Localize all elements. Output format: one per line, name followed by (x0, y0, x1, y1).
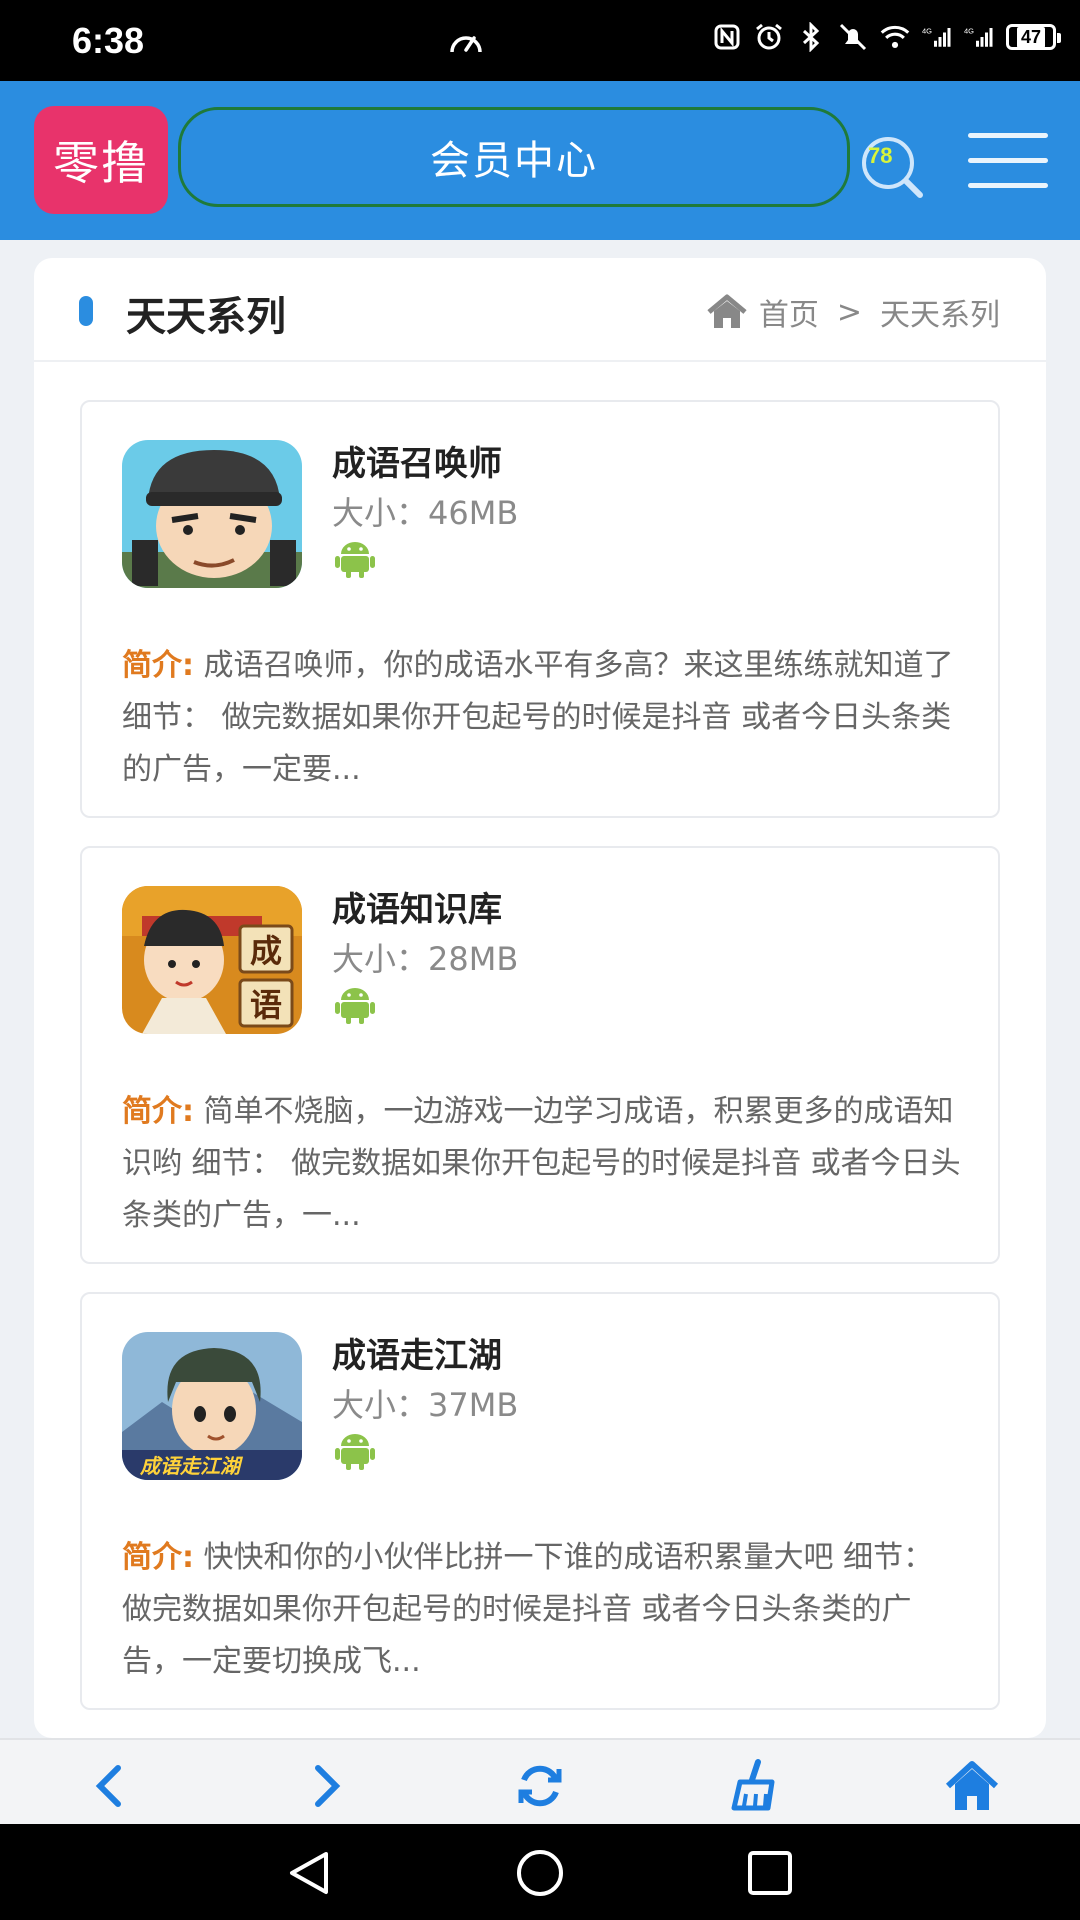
refresh-icon (518, 1765, 562, 1807)
battery-level: 47 (1016, 26, 1046, 48)
description-text: 成语召唤师，你的成语水平有多高？来这里练练就知道了 细节： 做完数据如果你开包起… (122, 648, 954, 787)
battery-icon: 47 (1006, 24, 1061, 50)
search-badge: 78 (868, 143, 893, 168)
app-thumbnail[interactable]: 成 语 (122, 886, 302, 1034)
description-label: 简介: (122, 648, 194, 683)
search-button[interactable]: 78 (858, 133, 928, 203)
app-size: 大小：28MB (332, 940, 519, 978)
android-icon (334, 536, 376, 578)
app-name[interactable]: 成语知识库 (332, 882, 502, 931)
browser-toolbar (0, 1738, 1080, 1826)
status-time: 6:38 (72, 20, 145, 61)
broom-icon (731, 1759, 775, 1811)
mute-icon (838, 22, 868, 52)
clear-button[interactable] (728, 1758, 784, 1814)
nfc-icon (712, 22, 742, 52)
site-header: 零撸 会员中心 78 (0, 81, 1080, 240)
breadcrumb: 首页 > 天天系列 (705, 290, 1000, 334)
android-icon (334, 982, 376, 1024)
bluetooth-icon (796, 22, 826, 52)
svg-text:4G: 4G (964, 26, 974, 35)
panel-header: 天天系列 首页 > 天天系列 (34, 258, 1046, 362)
menu-icon-bar (968, 183, 1048, 188)
thumbnail-title: 成语走江湖 (140, 1454, 240, 1478)
app-card[interactable]: 成语走江湖 成语走江湖 大小：37MB 简介: 快快和你的小伙伴比拼一下谁的成语… (80, 1292, 1000, 1710)
breadcrumb-current: 天天系列 (880, 298, 1000, 333)
page-title: 天天系列 (126, 294, 286, 340)
svg-text:4G: 4G (922, 26, 932, 35)
nav-back-button[interactable] (282, 1848, 338, 1898)
description-text: 简单不烧脑，一边游戏一边学习成语，积累更多的成语知识哟 细节： 做完数据如果你开… (122, 1094, 961, 1233)
member-center-button[interactable]: 会员中心 (178, 107, 850, 207)
app-name[interactable]: 成语走江湖 (332, 1328, 502, 1377)
thumbnail-char: 成 (250, 932, 283, 970)
status-icons: 4G 4G 47 (712, 22, 1061, 52)
site-logo[interactable]: 零撸 (34, 106, 168, 214)
triangle-back-icon (290, 1852, 328, 1894)
app-size: 大小：37MB (332, 1386, 519, 1424)
content-panel: 天天系列 首页 > 天天系列 成语召唤师 大小：46MB 简介: 成语召唤师，你… (34, 258, 1046, 1738)
home-icon (707, 294, 747, 328)
signal-icon: 4G (922, 22, 952, 52)
square-recents-icon (748, 1851, 792, 1895)
thumbnail-char: 语 (250, 986, 283, 1024)
home-icon (945, 1761, 999, 1810)
app-size: 大小：46MB (332, 494, 519, 532)
app-thumbnail[interactable]: 成语走江湖 (122, 1332, 302, 1480)
app-card[interactable]: 成 语 成语知识库 大小：28MB 简介: 简单不烧脑，一边游戏一边学习成语，积… (80, 846, 1000, 1264)
app-name[interactable]: 成语召唤师 (332, 436, 502, 485)
app-description: 简介: 快快和你的小伙伴比拼一下谁的成语积累量大吧 细节： 做完数据如果你开包起… (122, 1532, 962, 1688)
app-thumbnail[interactable] (122, 440, 302, 588)
forward-button[interactable] (298, 1758, 354, 1814)
chevron-right-icon (315, 1765, 341, 1807)
chevron-left-icon (95, 1765, 121, 1807)
breadcrumb-separator: > (836, 294, 862, 330)
home-button[interactable] (944, 1758, 1000, 1814)
signal-icon: 4G (964, 22, 994, 52)
system-navbar (0, 1824, 1080, 1920)
description-label: 简介: (122, 1094, 194, 1129)
breadcrumb-home[interactable]: 首页 (759, 290, 819, 334)
description-text: 快快和你的小伙伴比拼一下谁的成语积累量大吧 细节： 做完数据如果你开包起号的时候… (122, 1540, 934, 1679)
app-description: 简介: 成语召唤师，你的成语水平有多高？来这里练练就知道了 细节： 做完数据如果… (122, 640, 962, 796)
app-description: 简介: 简单不烧脑，一边游戏一边学习成语，积累更多的成语知识哟 细节： 做完数据… (122, 1086, 962, 1242)
menu-icon-bar (968, 158, 1048, 163)
wifi-icon (880, 22, 910, 52)
alarm-icon (754, 22, 784, 52)
description-label: 简介: (122, 1540, 194, 1575)
back-button[interactable] (82, 1758, 138, 1814)
status-bar: 6:38 4G 4G 47 (0, 0, 1080, 81)
nav-home-button[interactable] (512, 1848, 568, 1898)
circle-home-icon (517, 1850, 563, 1896)
menu-button[interactable] (968, 133, 1048, 195)
nav-recents-button[interactable] (742, 1848, 798, 1898)
android-icon (334, 1428, 376, 1470)
refresh-button[interactable] (512, 1758, 568, 1814)
menu-icon-bar (968, 133, 1048, 138)
app-card[interactable]: 成语召唤师 大小：46MB 简介: 成语召唤师，你的成语水平有多高？来这里练练就… (80, 400, 1000, 818)
title-marker (79, 296, 93, 326)
speedometer-icon (448, 28, 484, 62)
